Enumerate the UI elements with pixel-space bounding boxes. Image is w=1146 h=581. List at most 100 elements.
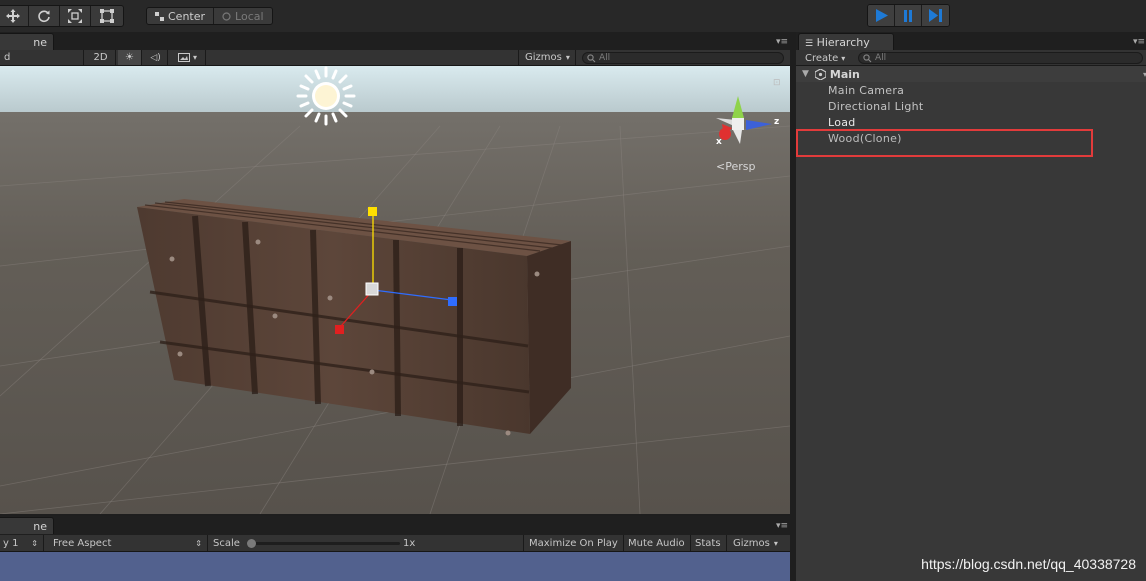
scene-audio-toggle[interactable]: ◁) <box>144 50 168 65</box>
display-dropdown[interactable]: y 1 ⇕ <box>0 535 44 551</box>
scene-search-input[interactable]: All <box>582 52 784 64</box>
search-icon <box>587 54 596 63</box>
move-tool-icon[interactable] <box>0 6 29 26</box>
mode-2d-button[interactable]: 2D <box>86 50 116 65</box>
create-label: Create <box>805 52 839 64</box>
create-dropdown[interactable]: Create ▾ <box>800 51 850 65</box>
hierarchy-item-load[interactable]: Load <box>828 114 856 130</box>
scene-search-placeholder: All <box>599 53 611 63</box>
gizmos-dropdown[interactable]: Gizmos ▾ <box>518 50 576 65</box>
list-icon: ☰ <box>805 39 814 49</box>
tab-hierarchy-label: Hierarchy <box>816 36 870 49</box>
pivot-center-button[interactable]: Center <box>147 8 215 24</box>
watermark: https://blog.csdn.net/qq_40338728 <box>921 556 1136 572</box>
search-icon <box>863 54 872 63</box>
scene-viewport[interactable]: x z ⊡ <Persp <box>0 66 790 514</box>
hierarchy-search-placeholder: All <box>875 53 887 63</box>
panel-menu-icon[interactable]: ▾≡ <box>776 521 788 531</box>
scene-tabbar: ne ▾≡ <box>0 32 790 50</box>
chevron-down-icon: ▾ <box>193 53 198 62</box>
game-gizmos-dropdown[interactable]: Gizmos ▾ <box>728 535 790 551</box>
scale-value-label: 1x <box>403 537 416 549</box>
axis-z-label: z <box>774 117 780 127</box>
aspect-label: Free Aspect <box>53 537 112 549</box>
gizmos-label: Gizmos <box>525 52 562 63</box>
directional-light-gizmo <box>296 66 356 126</box>
chevron-down-icon: ▾ <box>841 53 846 63</box>
tab-game-label: ne <box>33 520 47 533</box>
transform-tools <box>0 5 124 27</box>
scene-effects-dropdown[interactable]: ▾ <box>172 50 206 65</box>
maximize-label: Maximize On Play <box>529 537 618 549</box>
rotate-tool-icon[interactable] <box>29 6 60 26</box>
hierarchy-panel: ☰ Hierarchy ▾≡ Create ▾ All ▼ Main ▾ Mai… <box>793 32 1146 581</box>
sky <box>0 66 790 116</box>
pause-button[interactable] <box>895 5 922 26</box>
scene-render <box>0 66 790 514</box>
game-controls: y 1 ⇕ Free Aspect ⇕ Scale 1x Maximize On… <box>0 535 790 552</box>
image-icon <box>178 53 190 62</box>
hierarchy-item-main-camera[interactable]: Main Camera <box>828 82 904 98</box>
game-tabbar: ne ▾≡ <box>0 516 790 535</box>
scene-controls: d 2D ☀ ◁) ▾ Gizmos ▾ All <box>0 50 790 66</box>
lock-icon[interactable]: ⊡ <box>773 78 781 88</box>
chevron-down-icon: ▾ <box>773 538 778 548</box>
pivot-local-icon <box>222 11 231 21</box>
hierarchy-search-input[interactable]: All <box>858 52 1143 64</box>
pause-icon <box>904 9 912 22</box>
scale-slider-thumb[interactable] <box>247 539 256 548</box>
scale-slider-track[interactable] <box>247 539 400 548</box>
aspect-dropdown[interactable]: Free Aspect ⇕ <box>48 535 208 551</box>
tab-game[interactable]: ne <box>0 517 54 534</box>
step-button[interactable] <box>922 5 949 26</box>
unity-scene-icon <box>814 68 826 80</box>
stats-toggle[interactable]: Stats <box>690 535 727 551</box>
axis-x-label: x <box>716 137 722 147</box>
tab-scene[interactable]: ne <box>0 33 54 50</box>
scene-name: Main <box>829 67 860 81</box>
chevron-updown-icon: ⇕ <box>195 538 202 548</box>
play-controls <box>867 4 950 27</box>
shading-mode-label: d <box>4 52 11 63</box>
main-toolbar: Center Local <box>0 0 1146 32</box>
hierarchy-controls: Create ▾ All <box>796 50 1146 66</box>
scale-tool-icon[interactable] <box>60 6 91 26</box>
chevron-left-icon: < <box>716 160 726 173</box>
pivot-center-label: Center <box>168 9 206 23</box>
panel-menu-icon[interactable]: ▾≡ <box>1133 37 1145 47</box>
hierarchy-item-label: Wood(Clone) <box>828 131 902 145</box>
scale-control: Scale <box>208 535 418 551</box>
tab-hierarchy[interactable]: ☰ Hierarchy <box>798 33 894 50</box>
chevron-down-icon: ▾ <box>565 53 570 62</box>
play-button[interactable] <box>868 5 895 26</box>
pivot-local-button[interactable]: Local <box>214 8 272 24</box>
game-view[interactable] <box>0 552 790 581</box>
step-icon <box>929 9 942 22</box>
scene-row[interactable]: ▼ Main ▾ <box>796 66 1146 82</box>
tab-scene-label: ne <box>33 36 47 49</box>
hierarchy-item-wood-clone[interactable]: Wood(Clone) <box>828 130 902 146</box>
mute-audio-toggle[interactable]: Mute Audio <box>623 535 691 551</box>
persp-label: Persp <box>725 160 756 173</box>
mute-label: Mute Audio <box>628 537 685 549</box>
display-label: y 1 <box>3 537 19 549</box>
stats-label: Stats <box>695 537 721 549</box>
play-icon <box>875 9 888 22</box>
pivot-toggle: Center Local <box>146 7 273 25</box>
hierarchy-item-label: Load <box>828 115 856 129</box>
panel-menu-icon[interactable]: ▾≡ <box>776 37 788 47</box>
hierarchy-item-directional-light[interactable]: Directional Light <box>828 98 924 114</box>
hierarchy-tabbar: ☰ Hierarchy ▾≡ <box>796 32 1146 50</box>
game-gizmos-label: Gizmos <box>733 537 770 549</box>
scale-value: 1x <box>398 535 422 551</box>
pivot-center-icon <box>155 11 164 21</box>
hierarchy-item-label: Directional Light <box>828 99 924 113</box>
rect-tool-icon[interactable] <box>91 6 122 26</box>
maximize-on-play-toggle[interactable]: Maximize On Play <box>523 535 624 551</box>
scene-lighting-toggle[interactable]: ☀ <box>118 50 142 65</box>
shading-mode-dropdown[interactable]: d <box>0 50 84 65</box>
projection-toggle[interactable]: <Persp <box>716 160 755 173</box>
expand-arrow-icon[interactable]: ▼ <box>802 69 809 79</box>
pivot-local-label: Local <box>235 9 264 23</box>
hierarchy-item-label: Main Camera <box>828 83 905 97</box>
